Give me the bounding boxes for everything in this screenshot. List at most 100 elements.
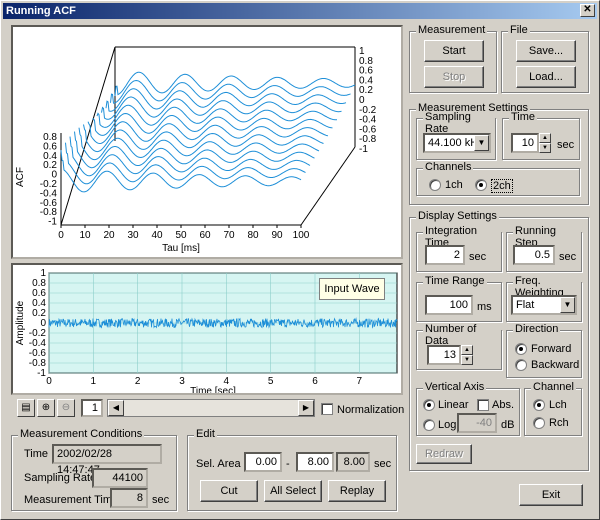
number-of-data-input[interactable]: 13 [427,345,461,365]
wave-x-tick-label: 1 [91,376,97,387]
replay-button[interactable]: Replay [328,480,386,502]
acf-x-tick-label: 40 [151,230,163,241]
sampling-rate-select[interactable]: 44.100 kHz ▼ [423,133,491,153]
integration-time-unit: sec [469,251,487,263]
sampling-rate-group-label: Sampling Rate [423,111,495,135]
vertical-axis-group: Vertical Axis Linear Abs. Log -40 dB [416,381,520,436]
channel-group: Channel Lch Rch [524,381,582,436]
running-acf-window: Running ACF ✕ 0 10 20 30 40 50 60 70 80 90 100 0.8 0… [0,0,600,520]
abs-checkbox[interactable] [477,399,489,411]
time-unit: sec [557,139,575,151]
channel-label: Channel [531,381,576,393]
acf-x-tick-label: 30 [127,230,139,241]
chevron-down-icon[interactable]: ▼ [474,135,489,151]
acf-x-tick-label: 100 [293,230,310,241]
acf-ylabel: ACF [15,167,26,187]
acf-floor [61,47,355,225]
forward-label: Forward [531,343,572,355]
number-of-data-group: Number of Data 13 ▲ ▼ [416,323,502,370]
wave-ylabel: Amplitude [15,300,26,345]
zoom-out-icon[interactable]: ⊖ [57,399,75,417]
log-db-input[interactable]: -40 [457,413,497,433]
time-group-label: Time [509,111,538,123]
sel-length-value: 8.00 [336,452,370,472]
1ch-radio[interactable] [429,179,441,191]
acf-x-tick-label: 60 [199,230,211,241]
all-select-button[interactable]: All Select [264,480,322,502]
edit-title: Edit [194,428,217,440]
sel-end-input[interactable]: 8.00 [296,452,334,472]
start-button[interactable]: Start [424,40,484,62]
sampling-rate-value: 44100 [92,468,148,488]
sel-dash: - [286,458,290,470]
display-settings-group: Display Settings Integration Time 2 sec … [409,210,589,471]
log-label: Log [438,419,457,431]
rch-label: Rch [549,417,569,429]
sel-start-input[interactable]: 0.00 [244,452,282,472]
wave-plot-panel: 1 0.8 0.6 0.4 0.2 0 -0.2 -0.4 -0.6 -0.8 -1 0 1 2 3 4 5 6 7… [11,263,403,395]
acf-x-tick-label: 10 [79,230,91,241]
freq-weighting-selected: Flat [516,299,535,311]
running-step-unit: sec [559,251,577,263]
running-step-input[interactable]: 0.5 [513,245,555,265]
time-range-input[interactable]: 100 [425,295,473,315]
vertical-axis-label: Vertical Axis [423,381,487,393]
acf-x-tick-label: 0 [58,230,64,241]
forward-radio[interactable] [515,343,527,355]
2ch-radio[interactable] [475,179,487,191]
time-spinner[interactable]: ▲ ▼ [539,133,551,153]
close-icon[interactable]: ✕ [580,4,595,17]
cut-button[interactable]: Cut [200,480,258,502]
time-input[interactable]: 10 [511,133,539,153]
channels-group: Channels 1ch 2ch [416,161,580,196]
acf-xlabel: Tau [ms] [162,243,200,254]
zoom-in-icon[interactable]: ⊕ [37,399,55,417]
wave-x-tick-label: 5 [268,376,274,387]
time-range-label: Time Range [423,275,487,287]
display-mode-icon[interactable]: ▤ [17,399,35,417]
time-group: Time 10 ▲ ▼ sec [502,111,580,160]
stop-button[interactable]: Stop [424,66,484,88]
acf-plot: 0 10 20 30 40 50 60 70 80 90 1000.80.60.40.20-0.2-… [15,46,377,254]
acf-x-tick-label: 70 [223,230,235,241]
time-label: Time [24,448,49,460]
linear-radio[interactable] [423,399,435,411]
scroll-right-icon[interactable]: ▶ [298,400,314,416]
running-step-group: Running Step 0.5 sec [506,225,582,272]
exit-button[interactable]: Exit [519,484,583,506]
direction-label: Direction [513,323,561,335]
horizontal-scrollbar[interactable]: ◀ ▶ [107,399,315,417]
time-range-unit: ms [477,301,492,313]
integration-time-input[interactable]: 2 [425,245,465,265]
edit-group: Edit Sel. Area 0.00 - 8.00 8.00 sec Cut … [187,428,397,511]
chevron-down-icon[interactable]: ▼ [560,297,575,313]
backward-label: Backward [531,359,580,371]
1ch-label: 1ch [445,179,463,191]
freq-weighting-select[interactable]: Flat ▼ [511,295,577,315]
rch-radio[interactable] [533,417,545,429]
channels-label: Channels [423,161,474,173]
normalization-checkbox[interactable] [321,403,333,415]
measurement-time-value: 8 [110,488,148,508]
scroll-left-icon[interactable]: ◀ [108,400,124,416]
freq-weighting-group: Freq. Weighting Flat ▼ [506,275,582,322]
integration-time-group: Integration Time 2 sec [416,225,502,272]
sel-area-label: Sel. Area [196,458,241,470]
display-settings-title: Display Settings [416,210,499,222]
log-radio[interactable] [423,419,435,431]
sampling-rate-label: Sampling Rate [24,472,97,484]
sampling-rate-group: Sampling Rate 44.100 kHz ▼ [416,111,496,160]
number-of-data-spinner[interactable]: ▲ ▼ [461,345,473,365]
title-bar: Running ACF ✕ [3,3,597,19]
lch-radio[interactable] [533,399,545,411]
file-group: File Save... Load... [501,24,589,93]
redraw-button[interactable]: Redraw [416,444,472,464]
number-of-data-label: Number of Data [423,323,501,347]
acf-x-tick-label: 20 [103,230,115,241]
abs-label: Abs. [492,399,515,411]
save-button[interactable]: Save... [516,40,576,62]
wave-x-tick-label: 6 [312,376,318,387]
backward-radio[interactable] [515,359,527,371]
page-field[interactable]: 1 [81,399,103,417]
load-button[interactable]: Load... [516,66,576,88]
